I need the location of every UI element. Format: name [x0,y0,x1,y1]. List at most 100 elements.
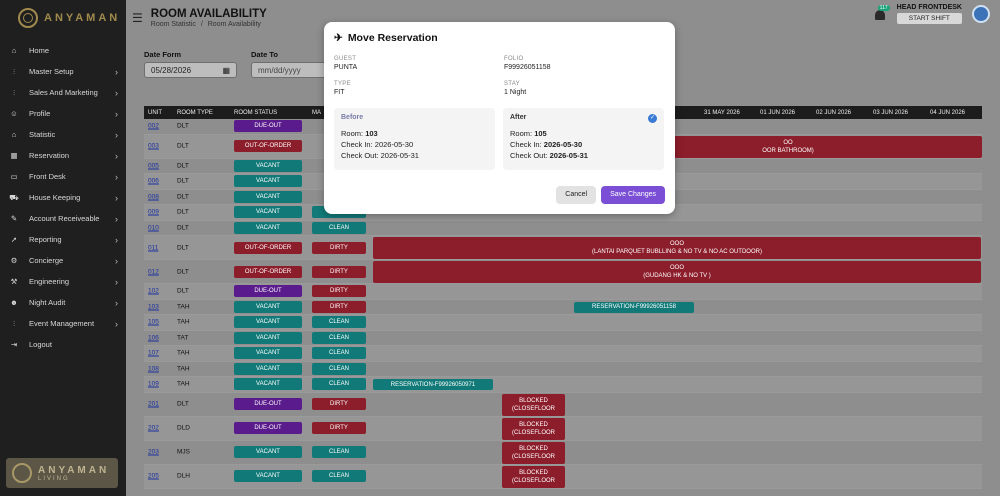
save-changes-button[interactable]: Save Changes [601,186,665,204]
room-status-badge[interactable]: OUT-OF-ORDER [234,140,302,152]
sidebar-item-reporting[interactable]: ➚ Reporting › [0,229,126,250]
unit-link[interactable]: 105 [148,319,159,326]
maid-status-badge[interactable]: DIRTY [312,285,366,298]
maid-status-badge[interactable]: CLEAN [312,446,366,458]
unit-link[interactable]: 202 [148,425,159,432]
sidebar-item-concierge[interactable]: ⚙ Concierge › [0,250,126,271]
stay-label: STAY [504,81,520,87]
unit-link[interactable]: 008 [148,193,159,200]
maid-status-badge[interactable]: DIRTY [312,241,366,254]
maid-status-badge[interactable]: CLEAN [312,470,366,482]
date-from-value: 05/28/2026 [151,65,192,75]
maid-status-badge[interactable]: CLEAN [312,331,366,344]
room-status-badge[interactable]: VACANT [234,362,302,375]
room-status-badge[interactable]: VACANT [234,470,302,482]
maid-status-badge[interactable]: CLEAN [312,362,366,375]
modal-title: Move Reservation [347,32,438,44]
maid-status-badge[interactable]: CLEAN [312,347,366,360]
blocked-bar[interactable]: BLOCKED (CLOSEFLOOR [502,393,565,416]
user-name: HEAD FRONTDESK [896,4,962,11]
sidebar-item-master-setup[interactable]: ⫶ Master Setup › [0,61,126,82]
room-status-badge[interactable]: DUE-OUT [234,285,302,298]
room-status-badge[interactable]: VACANT [234,300,302,313]
room-type: TAH [177,303,190,311]
date-from-label: Date Form [144,50,182,59]
unit-link[interactable]: 109 [148,381,159,388]
sidebar-item-logout[interactable]: ⇥ Logout [0,334,126,355]
room-type: TAH [177,349,190,357]
unit-link[interactable]: 003 [148,143,159,150]
blocked-bar[interactable]: BLOCKED (CLOSEFLOOR [502,417,565,440]
room-status-badge[interactable]: VACANT [234,446,302,458]
reservation-bar[interactable]: RESERVATION-F99926050971 [373,379,493,390]
sidebar-item-night-audit[interactable]: ☻ Night Audit › [0,292,126,313]
start-shift-button[interactable]: START SHIFT [896,13,962,24]
sidebar-item-profile[interactable]: ☺ Profile › [0,103,126,124]
app-logo[interactable]: ANYAMAN [0,0,126,36]
unit-link[interactable]: 103 [148,303,159,310]
room-status-badge[interactable]: VACANT [234,331,302,344]
unit-link[interactable]: 010 [148,224,159,231]
notification-bell-icon[interactable]: 117 [874,5,890,21]
sidebar-item-event-management[interactable]: ⫶ Event Management › [0,313,126,334]
maid-status-badge[interactable]: DIRTY [312,300,366,313]
maid-status-badge[interactable]: DIRTY [312,265,366,278]
maid-status-badge[interactable]: DIRTY [312,398,366,410]
out-of-order-bar[interactable]: OOO (LANTAI PARQUET BUBLLING & NO TV & NO… [373,237,981,259]
brand-badge: ANYAMAN LIVING [6,458,118,488]
unit-link[interactable]: 006 [148,178,159,185]
maid-status-badge[interactable]: CLEAN [312,316,366,329]
sidebar-item-statistic[interactable]: ⌂ Statistic › [0,124,126,145]
room-status-badge[interactable]: VACANT [234,347,302,360]
unit-link[interactable]: 108 [148,365,159,372]
sidebar-nav: ⌂ Home ⫶ Master Setup › ⫶ Sales And Marketing ›… [0,40,126,355]
unit-link[interactable]: 102 [148,288,159,295]
col-date: 01 JUN 2026 [760,109,796,116]
unit-link[interactable]: 011 [148,244,158,251]
room-status-badge[interactable]: VACANT [234,206,302,219]
sidebar-item-reservation[interactable]: ▦ Reservation › [0,145,126,166]
sidebar-item-front-desk[interactable]: ▭ Front Desk › [0,166,126,187]
sidebar-item-sales-and-marketing[interactable]: ⫶ Sales And Marketing › [0,82,126,103]
avatar[interactable] [972,5,990,23]
room-status-badge[interactable]: VACANT [234,175,302,188]
sidebar-item-home[interactable]: ⌂ Home [0,40,126,61]
out-of-order-bar[interactable]: OOO (GUDANG HK & NO TV ) [373,261,981,283]
maid-status-badge[interactable]: CLEAN [312,221,366,234]
maid-status-badge[interactable]: CLEAN [312,378,366,391]
blocked-bar[interactable]: BLOCKED (CLOSEFLOOR [502,465,565,488]
room-status-badge[interactable]: VACANT [234,316,302,329]
room-status-badge[interactable]: DUE-OUT [234,120,302,133]
unit-link[interactable]: 005 [148,162,159,169]
after-room: 105 [534,129,547,138]
logo-mark-icon [18,8,38,28]
menu-toggle-icon[interactable]: ☰ [132,11,143,25]
date-from-input[interactable]: 05/28/2026 ▦ [144,62,237,78]
room-status-badge[interactable]: DUE-OUT [234,398,302,410]
room-status-badge[interactable]: VACANT [234,221,302,234]
sidebar-item-account-receiveable[interactable]: ✎ Account Receiveable › [0,208,126,229]
reservation-bar[interactable]: RESERVATION-F99926051158 [574,301,694,313]
unit-link[interactable]: 009 [148,209,159,216]
room-status-badge[interactable]: VACANT [234,378,302,391]
unit-link[interactable]: 002 [148,123,159,130]
notification-count: 117 [877,5,890,11]
maid-status-badge[interactable]: DIRTY [312,422,366,434]
cancel-button[interactable]: Cancel [556,186,597,204]
room-status-badge[interactable]: OUT-OF-ORDER [234,265,302,278]
room-status-badge[interactable]: OUT-OF-ORDER [234,241,302,254]
sidebar-item-engineering[interactable]: ⚒ Engineering › [0,271,126,292]
unit-link[interactable]: 107 [148,350,159,357]
unit-link[interactable]: 205 [148,473,159,480]
sidebar-item-house-keeping[interactable]: ⛟ House Keeping › [0,187,126,208]
unit-link[interactable]: 201 [148,401,159,408]
room-status-badge[interactable]: VACANT [234,190,302,203]
sidebar-item-label: Statistic [29,130,56,139]
blocked-bar[interactable]: BLOCKED (CLOSEFLOOR [502,441,565,464]
room-status-badge[interactable]: VACANT [234,159,302,172]
room-status-badge[interactable]: DUE-OUT [234,422,302,434]
unit-link[interactable]: 012 [148,268,159,275]
unit-link[interactable]: 203 [148,449,159,456]
unit-link[interactable]: 106 [148,334,159,341]
breadcrumb-item-room-statistic[interactable]: Room Statistic [151,21,196,28]
